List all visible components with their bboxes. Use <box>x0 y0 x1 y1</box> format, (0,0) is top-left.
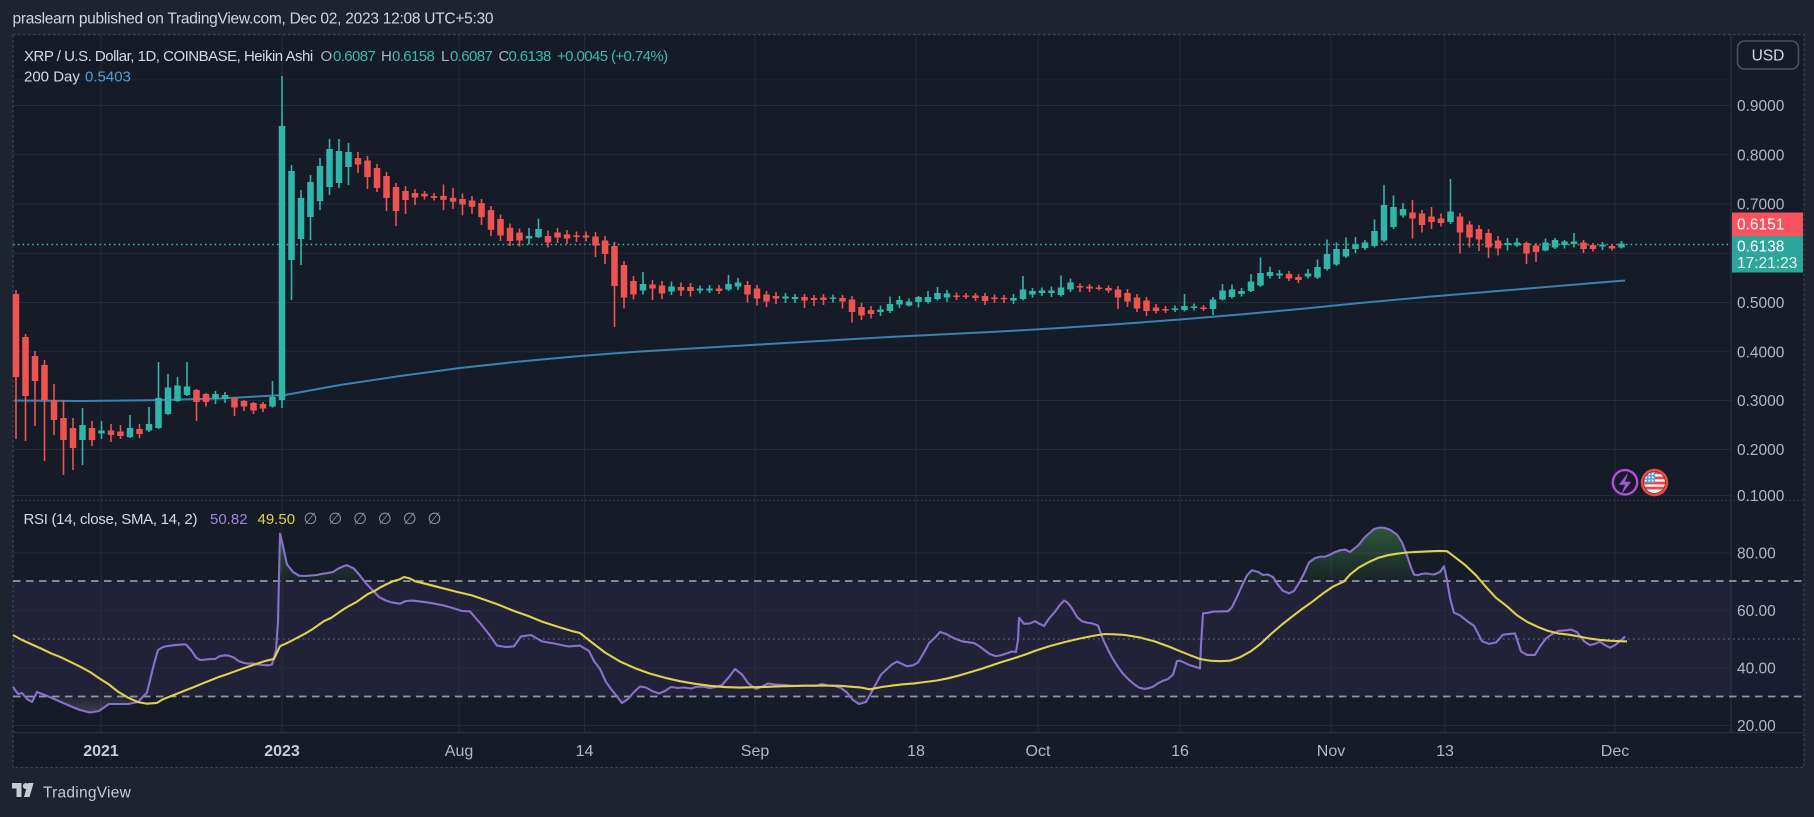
svg-text:0.6151: 0.6151 <box>1737 217 1784 234</box>
svg-text:TradingView: TradingView <box>43 785 132 802</box>
svg-text:Oct: Oct <box>1026 743 1051 760</box>
svg-text:+0.0045 (+0.74%): +0.0045 (+0.74%) <box>557 48 668 65</box>
svg-text:L: L <box>441 48 449 65</box>
svg-text:2023: 2023 <box>264 743 300 760</box>
svg-text:14: 14 <box>576 743 594 760</box>
svg-text:∅: ∅ <box>403 511 417 528</box>
svg-text:13: 13 <box>1436 743 1454 760</box>
svg-text:praslearn published on Trading: praslearn published on TradingView.com, … <box>13 11 494 28</box>
svg-text:60.00: 60.00 <box>1737 603 1776 620</box>
svg-text:17:21:23: 17:21:23 <box>1737 255 1797 272</box>
svg-text:16: 16 <box>1171 743 1189 760</box>
svg-text:50.82: 50.82 <box>210 511 248 528</box>
svg-text:∅: ∅ <box>378 511 392 528</box>
svg-text:∅: ∅ <box>428 511 442 528</box>
svg-text:0.6138: 0.6138 <box>1737 239 1784 256</box>
svg-text:∅: ∅ <box>353 511 367 528</box>
svg-text:0.6158: 0.6158 <box>392 48 435 65</box>
svg-text:USD: USD <box>1752 48 1785 65</box>
svg-text:Sep: Sep <box>741 743 770 760</box>
svg-text:0.1000: 0.1000 <box>1737 488 1785 505</box>
svg-text:Aug: Aug <box>445 743 473 760</box>
svg-text:0.9000: 0.9000 <box>1737 98 1785 115</box>
svg-text:20.00: 20.00 <box>1737 718 1776 735</box>
svg-text:200 Day: 200 Day <box>24 69 80 86</box>
svg-text:0.6087: 0.6087 <box>450 48 493 65</box>
svg-text:∅: ∅ <box>328 511 342 528</box>
svg-text:80.00: 80.00 <box>1737 546 1776 563</box>
svg-text:0.6138: 0.6138 <box>509 48 552 65</box>
svg-text:0.5403: 0.5403 <box>85 69 131 86</box>
svg-text:18: 18 <box>907 743 925 760</box>
svg-text:0.3000: 0.3000 <box>1737 393 1785 410</box>
svg-text:O: O <box>321 48 332 65</box>
svg-text:H: H <box>381 48 391 65</box>
svg-text:Dec: Dec <box>1601 743 1629 760</box>
svg-text:∅: ∅ <box>304 511 318 528</box>
svg-text:0.4000: 0.4000 <box>1737 344 1785 361</box>
svg-text:40.00: 40.00 <box>1737 661 1776 678</box>
svg-text:Nov: Nov <box>1317 743 1345 760</box>
svg-text:XRP / U.S. Dollar, 1D, COINBAS: XRP / U.S. Dollar, 1D, COINBASE, Heikin … <box>24 48 313 65</box>
svg-text:0.6087: 0.6087 <box>333 48 376 65</box>
svg-text:0.7000: 0.7000 <box>1737 197 1785 214</box>
svg-text:0.2000: 0.2000 <box>1737 442 1785 459</box>
svg-text:RSI (14, close, SMA, 14, 2): RSI (14, close, SMA, 14, 2) <box>24 511 198 528</box>
svg-text:2021: 2021 <box>83 743 119 760</box>
svg-text:0.8000: 0.8000 <box>1737 147 1785 164</box>
svg-text:0.5000: 0.5000 <box>1737 295 1785 312</box>
svg-text:49.50: 49.50 <box>258 511 296 528</box>
